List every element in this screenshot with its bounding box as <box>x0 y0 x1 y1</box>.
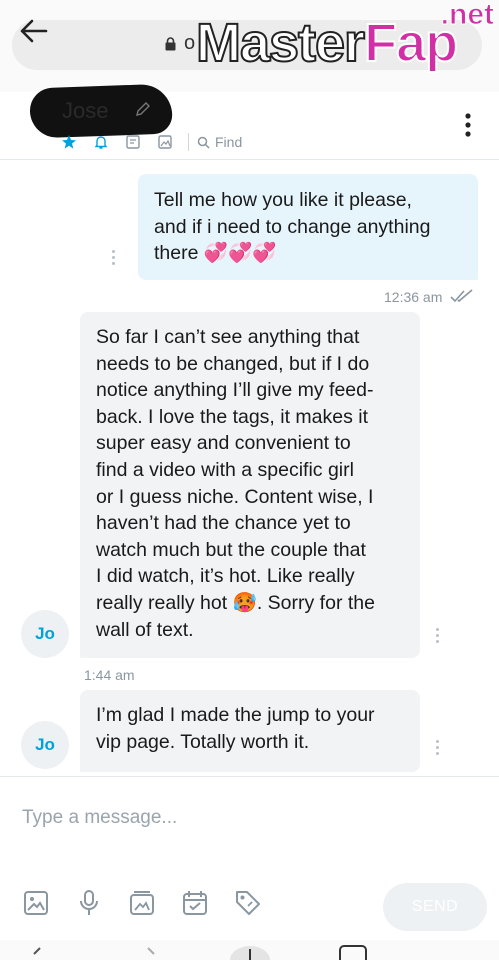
message-line: Tell me how you like it please, <box>154 189 412 211</box>
back-arrow-icon[interactable] <box>18 18 48 44</box>
message-line: find a video with a specific girl <box>96 458 354 481</box>
watermark-suffix: .net <box>440 0 494 32</box>
watermark-logo: MasterFap .net <box>195 0 498 80</box>
note-icon[interactable] <box>124 133 142 151</box>
microphone-icon[interactable] <box>75 889 103 917</box>
message-thread[interactable]: Tell me how you like it please, and if i… <box>0 160 499 776</box>
message-line: watch much but the couple that <box>96 538 366 561</box>
url-text: o <box>184 32 196 54</box>
browser-bar: o MasterFap .net <box>0 0 499 92</box>
avatar[interactable]: Jo <box>21 721 69 769</box>
message-time: 12:36 am <box>384 289 443 305</box>
message-line: there 💞💞💞 <box>154 242 277 265</box>
message-line: or I guess niche. Content wise, I <box>96 485 374 508</box>
system-nav-bar <box>0 940 499 960</box>
message-line: So far I can’t see anything that <box>96 326 360 348</box>
message-line: vip page. Totally worth it. <box>96 730 310 753</box>
nav-home-icon[interactable] <box>228 944 272 960</box>
incoming-message[interactable]: So far I can’t see anything that needs t… <box>80 312 420 658</box>
star-icon[interactable] <box>60 133 78 151</box>
avatar[interactable]: Jo <box>21 610 69 658</box>
more-options-icon[interactable] <box>460 112 476 138</box>
message-line: really really hot 🥵. Sorry for the <box>96 591 375 614</box>
composer-toolbar <box>22 889 287 917</box>
outgoing-message[interactable]: Tell me how you like it please, and if i… <box>138 174 478 280</box>
message-time: 1:44 am <box>84 667 135 683</box>
message-line: wall of text. <box>96 618 194 641</box>
toolbar-divider <box>188 133 189 151</box>
message-line: notice anything I’ll give my feed- <box>96 379 374 402</box>
send-button[interactable]: SEND <box>383 883 487 931</box>
message-line: back. I love the tags, it makes it <box>96 405 369 428</box>
message-line: and if i need to change anything <box>154 215 431 238</box>
price-tag-icon[interactable] <box>234 889 262 917</box>
message-composer: SEND <box>0 776 499 940</box>
image-icon[interactable] <box>22 889 50 917</box>
schedule-icon[interactable] <box>181 889 209 917</box>
contact-name[interactable]: Jose <box>62 98 108 124</box>
search-icon <box>197 136 210 149</box>
bell-icon[interactable] <box>92 133 110 151</box>
message-line: haven’t had the chance yet to <box>96 512 351 535</box>
edit-pencil-icon[interactable] <box>134 100 152 118</box>
message-line: needs to be changed, but if I do <box>96 352 370 375</box>
media-vault-icon[interactable] <box>128 889 156 917</box>
watermark-main: Master <box>195 12 366 74</box>
header-toolbar: Find <box>60 132 242 152</box>
message-menu-icon[interactable] <box>110 250 116 268</box>
read-receipt-icon <box>450 289 473 303</box>
message-line: super easy and convenient to <box>96 432 351 455</box>
nav-back-icon[interactable] <box>30 946 46 960</box>
find-label: Find <box>215 134 243 150</box>
message-line: I did watch, it’s hot. Like really <box>96 565 355 588</box>
message-menu-icon[interactable] <box>434 740 440 758</box>
message-menu-icon[interactable] <box>434 628 440 646</box>
message-line: I’m glad I made the jump to your <box>96 704 375 726</box>
gallery-icon[interactable] <box>156 133 174 151</box>
lock-icon <box>165 37 176 51</box>
incoming-message[interactable]: I’m glad I made the jump to your vip pag… <box>80 690 420 772</box>
message-input[interactable] <box>22 803 472 833</box>
nav-forward-icon[interactable] <box>142 946 158 960</box>
nav-tabs-icon[interactable] <box>338 944 368 960</box>
find-button[interactable]: Find <box>197 134 242 150</box>
